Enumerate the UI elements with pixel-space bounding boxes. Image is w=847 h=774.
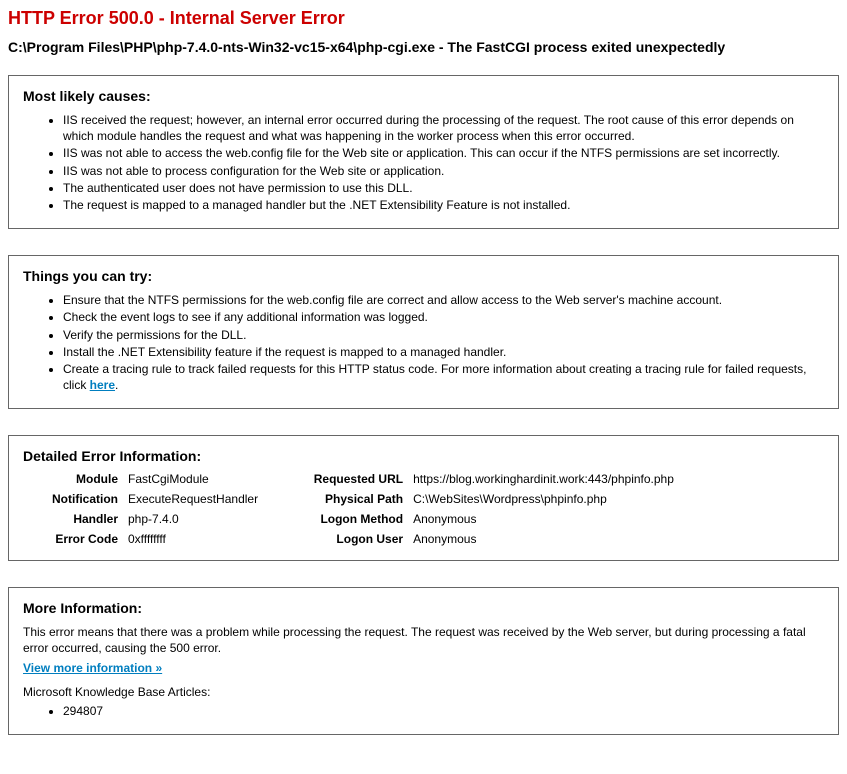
error-subtitle: C:\Program Files\PHP\php-7.4.0-nts-Win32… <box>8 39 839 55</box>
detailed-error-information-panel: Detailed Error Information: Module FastC… <box>8 435 839 561</box>
list-item: Ensure that the NTFS permissions for the… <box>63 292 824 308</box>
logon-method-label: Logon Method <box>298 512 413 526</box>
view-more-information-link[interactable]: View more information » <box>23 661 162 675</box>
error-title: HTTP Error 500.0 - Internal Server Error <box>8 8 839 29</box>
most-likely-causes-panel: Most likely causes: IIS received the req… <box>8 75 839 229</box>
handler-value: php-7.4.0 <box>128 512 258 526</box>
things-you-can-try-panel: Things you can try: Ensure that the NTFS… <box>8 255 839 409</box>
kb-list: 294807 <box>23 703 824 719</box>
list-item: Create a tracing rule to track failed re… <box>63 361 824 393</box>
causes-heading: Most likely causes: <box>23 88 824 104</box>
list-item: 294807 <box>63 703 824 719</box>
errorcode-value: 0xffffffff <box>128 532 258 546</box>
kb-articles-label: Microsoft Knowledge Base Articles: <box>23 685 824 699</box>
physical-path-label: Physical Path <box>298 492 413 506</box>
notification-value: ExecuteRequestHandler <box>128 492 258 506</box>
detail-right-column: Requested URL https://blog.workinghardin… <box>298 472 674 546</box>
requested-url-value: https://blog.workinghardinit.work:443/ph… <box>413 472 674 486</box>
module-value: FastCgiModule <box>128 472 258 486</box>
tries-last-suffix: . <box>115 378 118 392</box>
list-item: Verify the permissions for the DLL. <box>63 327 824 343</box>
tries-last-prefix: Create a tracing rule to track failed re… <box>63 362 806 392</box>
list-item: IIS was not able to access the web.confi… <box>63 145 824 161</box>
notification-label: Notification <box>23 492 128 506</box>
more-heading: More Information: <box>23 600 824 616</box>
handler-label: Handler <box>23 512 128 526</box>
causes-list: IIS received the request; however, an in… <box>23 112 824 213</box>
tries-list: Ensure that the NTFS permissions for the… <box>23 292 824 393</box>
list-item: Check the event logs to see if any addit… <box>63 309 824 325</box>
physical-path-value: C:\WebSites\Wordpress\phpinfo.php <box>413 492 674 506</box>
logon-user-label: Logon User <box>298 532 413 546</box>
logon-user-value: Anonymous <box>413 532 674 546</box>
more-information-panel: More Information: This error means that … <box>8 587 839 735</box>
list-item: IIS received the request; however, an in… <box>63 112 824 144</box>
more-text: This error means that there was a proble… <box>23 624 824 656</box>
module-label: Module <box>23 472 128 486</box>
list-item: IIS was not able to process configuratio… <box>63 163 824 179</box>
list-item: The request is mapped to a managed handl… <box>63 197 824 213</box>
tries-heading: Things you can try: <box>23 268 824 284</box>
requested-url-label: Requested URL <box>298 472 413 486</box>
detail-heading: Detailed Error Information: <box>23 448 824 464</box>
detail-left-column: Module FastCgiModule Notification Execut… <box>23 472 258 546</box>
logon-method-value: Anonymous <box>413 512 674 526</box>
errorcode-label: Error Code <box>23 532 128 546</box>
list-item: The authenticated user does not have per… <box>63 180 824 196</box>
list-item: Install the .NET Extensibility feature i… <box>63 344 824 360</box>
here-link[interactable]: here <box>90 378 115 392</box>
